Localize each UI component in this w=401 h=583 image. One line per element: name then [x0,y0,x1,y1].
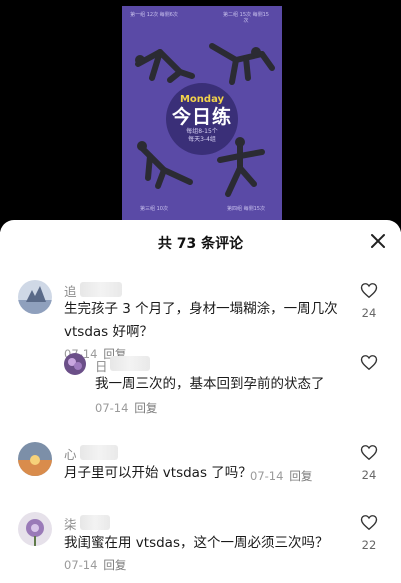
comment-date: 07-14 [250,469,284,483]
comment-sheet: 共 73 条评论 追 生完孩子 3 个月了，身材一塌糊涂，一周几次 vtsdas… [0,220,401,583]
comment-line: vtsdas 好啊？ [64,324,153,340]
comment-line: 月子里可以开始 vtsdas 了吗？ [64,465,252,481]
exercise-figure [137,141,193,189]
avatar[interactable] [18,280,52,314]
reply-button[interactable]: 回复 [289,469,312,483]
reply-button[interactable]: 回复 [103,558,126,572]
commenter-name[interactable]: 柒 [64,514,77,533]
name-redaction [110,356,150,371]
close-icon[interactable] [369,232,387,250]
like-button[interactable] [349,354,389,375]
commenter-name[interactable]: 心 [64,444,77,463]
comment-line: 生完孩子 3 个月了，身材一塌糊涂，一周几次 [64,301,338,317]
comment-text: 月子里可以开始 vtsdas 了吗？ [64,462,252,485]
exercise-figure [209,43,275,85]
poster-caption: 第二组 15次 每侧15次 [223,12,269,24]
video-area[interactable]: 第一组 12次 每侧6次 第二组 15次 每侧15次 Monday 今日练 每组… [0,0,401,232]
like-button[interactable]: 22 [349,514,389,552]
like-count: 22 [361,538,377,552]
comment-text: 生完孩子 3 个月了，身材一塌糊涂，一周几次 vtsdas 好啊？ [64,298,338,344]
name-redaction [80,282,122,297]
heart-icon [360,283,378,299]
comment-line: 我一周三次的，基本回到孕前的状态了 [95,376,325,392]
like-count: 24 [361,306,377,320]
comment-date: 07-14 [95,401,129,415]
avatar[interactable] [18,442,52,476]
comment-date: 07-14 [64,558,98,572]
avatar[interactable] [18,512,52,546]
badge-title: 今日练 [171,106,232,128]
poster-caption: 第四组 每侧15次 [227,206,265,212]
exercise-figure [135,49,195,83]
avatar[interactable] [64,353,86,375]
like-button[interactable]: 24 [349,282,389,320]
like-button[interactable]: 24 [349,444,389,482]
exercise-figure [217,137,265,197]
comment-text: 我闺蜜在用 vtsdas，这个一周必须三次吗？ [64,532,328,555]
comment-count-title: 共 73 条评论 [157,236,244,252]
comment-meta: 07-14 回复 [64,557,126,573]
reply-button[interactable]: 回复 [134,401,157,415]
comment-meta: 07-14 回复 [250,468,312,484]
poster-caption: 第三组 10次 [140,206,168,212]
comment-meta: 07-14 回复 [95,400,157,416]
like-count: 24 [361,468,377,482]
heart-icon [360,445,378,461]
heart-icon [360,515,378,531]
comment-text: 我一周三次的，基本回到孕前的状态了 [95,373,325,396]
badge-day: Monday [179,94,225,105]
name-redaction [80,515,110,530]
poster-caption: 第一组 12次 每侧6次 [130,12,178,18]
heart-icon [360,355,378,371]
comment-line: 我闺蜜在用 vtsdas，这个一周必须三次吗？ [64,535,329,551]
workout-poster: 第一组 12次 每侧6次 第二组 15次 每侧15次 Monday 今日练 每组… [122,6,282,232]
name-redaction [80,445,118,460]
